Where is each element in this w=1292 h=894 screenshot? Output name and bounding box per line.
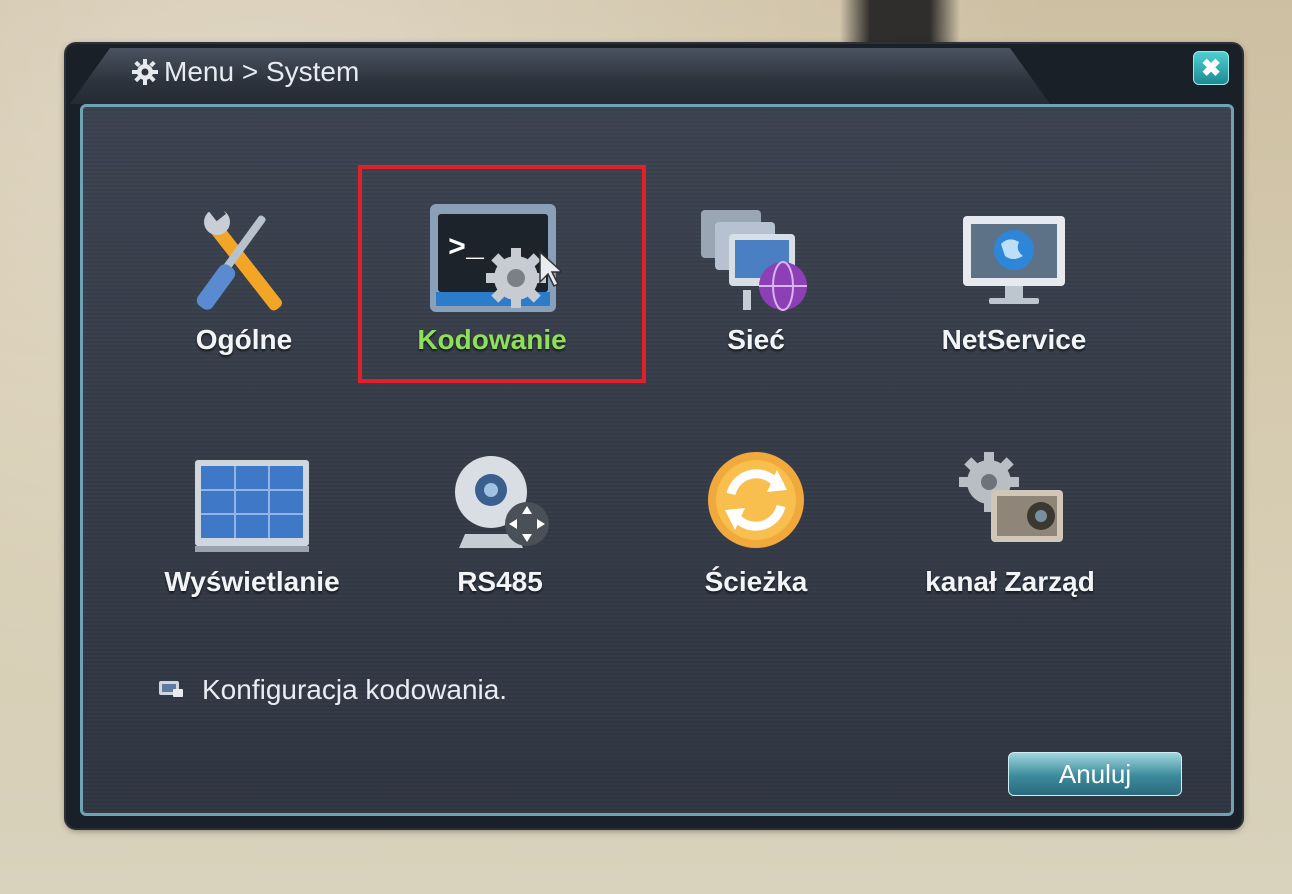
menu-item-label: Sieć	[727, 324, 785, 355]
info-icon	[158, 674, 184, 706]
ptz-camera-icon	[430, 442, 570, 562]
menu-item-label: Wyświetlanie	[164, 566, 340, 597]
network-globe-icon	[686, 200, 826, 320]
title-row: Menu > System	[130, 54, 359, 90]
menu-item-label: Ogólne	[195, 324, 293, 355]
menu-item-netservice[interactable]: NetService	[894, 200, 1134, 356]
display-grid-icon	[182, 442, 322, 562]
menu-item-label: RS485	[457, 566, 543, 597]
menu-item-ogolne[interactable]: Ogólne	[124, 200, 364, 356]
menu-item-sciezka[interactable]: Ścieżka	[636, 442, 876, 598]
hint-text: Konfiguracja kodowania.	[202, 674, 508, 705]
wrench-screwdriver-icon	[174, 200, 314, 320]
close-button[interactable]: ✖	[1193, 51, 1229, 85]
menu-item-kanal-zarzad[interactable]: kanał Zarząd	[890, 442, 1130, 598]
menu-item-label: Ścieżka	[704, 566, 808, 597]
close-icon: ✖	[1200, 54, 1222, 82]
menu-item-siec[interactable]: Sieć	[636, 200, 876, 356]
menu-item-rs485[interactable]: RS485	[380, 442, 620, 598]
cancel-button[interactable]: Anuluj	[1008, 752, 1182, 796]
selection-highlight	[358, 165, 646, 383]
camera-gear-icon	[940, 442, 1080, 562]
status-hint: Konfiguracja kodowania.	[158, 674, 507, 706]
menu-item-label: NetService	[941, 324, 1087, 355]
gear-icon	[130, 57, 160, 87]
menu-item-wyswietlanie[interactable]: Wyświetlanie	[132, 442, 372, 598]
window-title: Menu > System	[164, 56, 360, 87]
monitor-globe-icon	[944, 200, 1084, 320]
refresh-orange-icon	[686, 442, 826, 562]
menu-item-label: kanał Zarząd	[925, 566, 1095, 597]
